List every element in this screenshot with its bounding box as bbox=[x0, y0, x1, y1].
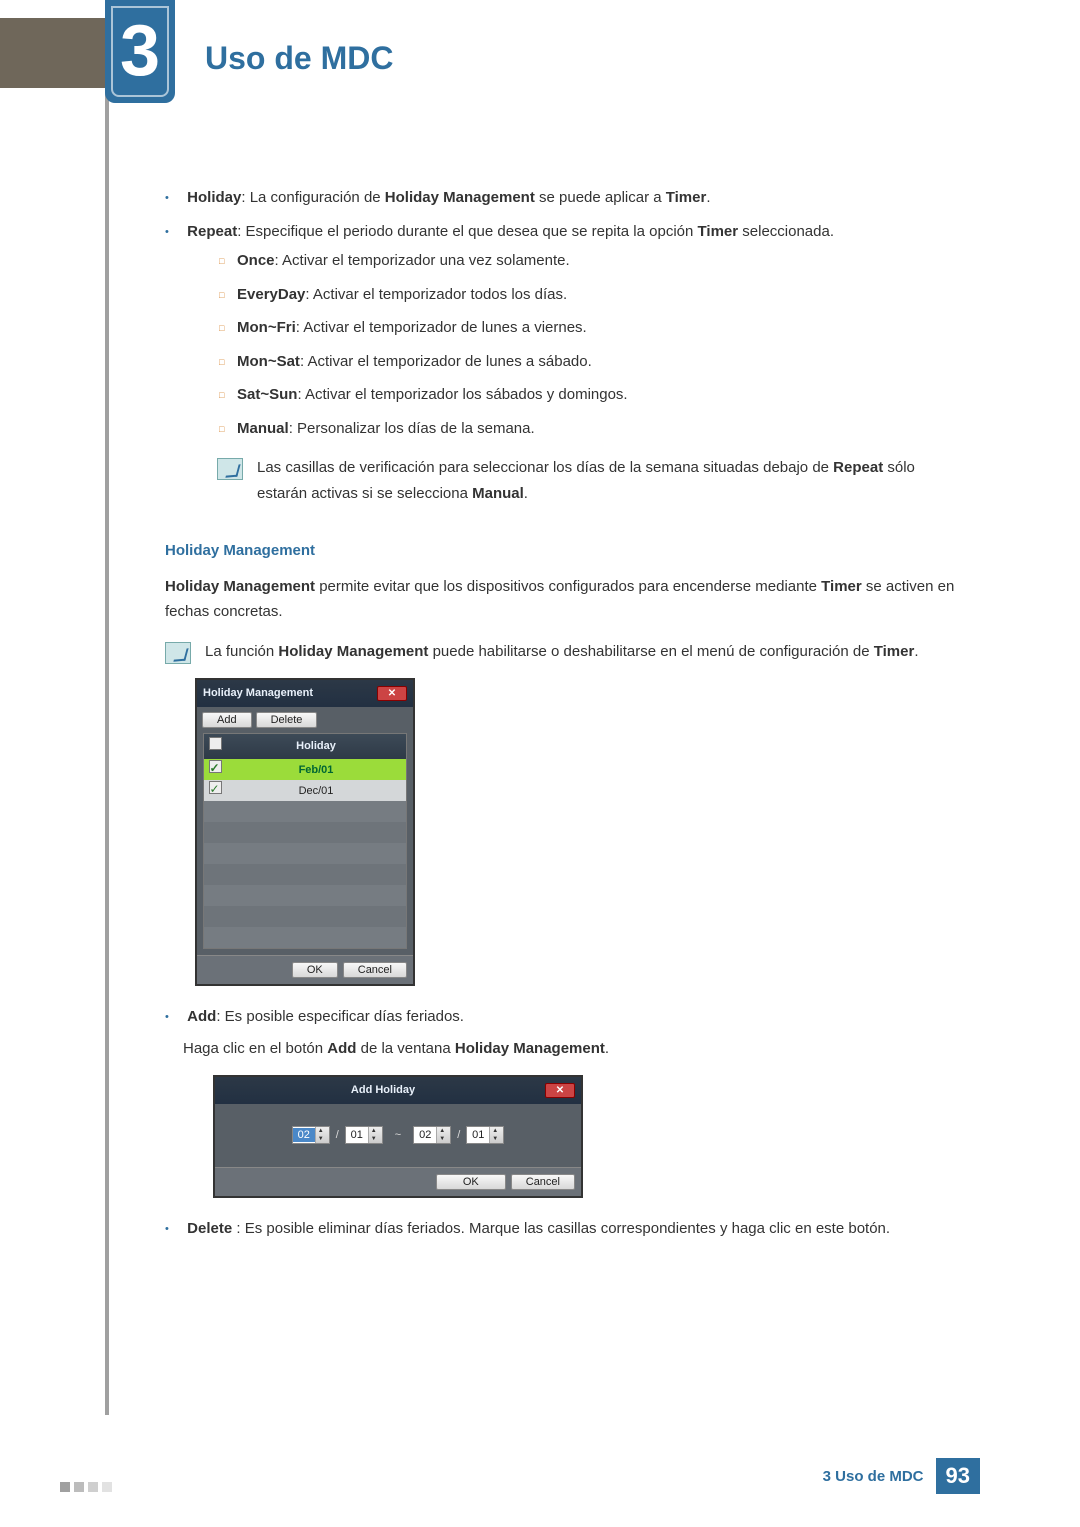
cell: Dec/01 bbox=[226, 782, 406, 801]
to-month-input[interactable] bbox=[414, 1128, 436, 1142]
separator: / bbox=[336, 1126, 339, 1145]
table-row[interactable]: Dec/01 bbox=[204, 780, 406, 801]
to-day-input[interactable] bbox=[467, 1128, 489, 1142]
table-row bbox=[204, 801, 406, 822]
to-month-spinner[interactable] bbox=[413, 1126, 451, 1144]
table-row bbox=[204, 885, 406, 906]
from-month-input[interactable] bbox=[293, 1128, 315, 1142]
sub-manual: Manual: Personalizar los días de la sema… bbox=[237, 416, 965, 442]
grid-header-col: Holiday bbox=[226, 734, 406, 760]
from-day-spinner[interactable] bbox=[345, 1126, 383, 1144]
sub-everyday: EveryDay: Activar el temporizador todos … bbox=[237, 282, 965, 308]
note-icon bbox=[217, 458, 243, 480]
sub-once: Once: Activar el temporizador una vez so… bbox=[237, 248, 965, 274]
note-holiday-mgmt: La función Holiday Management puede habi… bbox=[165, 639, 965, 665]
dialog-body: / ~ / bbox=[215, 1104, 581, 1167]
bullet-delete: Delete : Es posible eliminar días feriad… bbox=[183, 1216, 965, 1242]
separator: / bbox=[457, 1126, 460, 1145]
ok-button[interactable]: OK bbox=[292, 962, 338, 978]
add-bullet-list: Add: Es posible especificar días feriado… bbox=[165, 1004, 965, 1241]
footer-text: 3 Uso de MDC bbox=[823, 1468, 924, 1485]
note-text: Las casillas de verificación para selecc… bbox=[257, 455, 965, 506]
top-bullet-list: Holiday: La configuración de Holiday Man… bbox=[165, 185, 965, 506]
grid-header-check bbox=[204, 734, 226, 760]
bullet-repeat: Repeat: Especifique el periodo durante e… bbox=[183, 219, 965, 507]
table-row bbox=[204, 906, 406, 927]
dialog-titlebar: Add Holiday ✕ bbox=[215, 1077, 581, 1104]
footer: 3 Uso de MDC 93 bbox=[0, 1457, 1080, 1527]
tilde: ~ bbox=[395, 1126, 401, 1145]
add-button[interactable]: Add bbox=[202, 712, 252, 728]
note-text: La función Holiday Management puede habi… bbox=[205, 639, 918, 665]
section-heading: Holiday Management bbox=[165, 538, 965, 564]
spinner-arrows-icon[interactable] bbox=[436, 1127, 450, 1143]
sub-monsat: Mon~Sat: Activar el temporizador de lune… bbox=[237, 349, 965, 375]
page-number: 93 bbox=[936, 1458, 980, 1494]
from-month-spinner[interactable] bbox=[292, 1126, 330, 1144]
spinner-arrows-icon[interactable] bbox=[489, 1127, 503, 1143]
dialog-title: Holiday Management bbox=[203, 684, 313, 703]
cancel-button[interactable]: Cancel bbox=[511, 1174, 575, 1190]
holiday-management-dialog: Holiday Management ✕ Add Delete Holiday … bbox=[195, 678, 415, 986]
dialog-titlebar: Holiday Management ✕ bbox=[197, 680, 413, 707]
footer-bar: 3 Uso de MDC 93 bbox=[100, 1458, 980, 1494]
add-holiday-dialog: Add Holiday ✕ / ~ / OK Cancel bbox=[213, 1075, 583, 1197]
holiday-grid: Holiday Feb/01 Dec/01 bbox=[203, 733, 407, 950]
chapter-number: 3 bbox=[105, 10, 175, 92]
chapter-badge: 3 bbox=[105, 0, 175, 103]
table-row[interactable]: Feb/01 bbox=[204, 759, 406, 780]
table-row bbox=[204, 843, 406, 864]
spinner-arrows-icon[interactable] bbox=[368, 1127, 382, 1143]
repeat-sub-list: Once: Activar el temporizador una vez so… bbox=[183, 248, 965, 441]
cell: Feb/01 bbox=[226, 761, 406, 780]
section-paragraph: Holiday Management permite evitar que lo… bbox=[165, 574, 965, 625]
content-area: Holiday: La configuración de Holiday Man… bbox=[165, 185, 965, 1249]
check-icon[interactable] bbox=[209, 781, 222, 794]
dialog-footer: OK Cancel bbox=[197, 955, 413, 984]
ok-button[interactable]: OK bbox=[436, 1174, 506, 1190]
dialog-toolbar: Add Delete bbox=[197, 707, 413, 733]
delete-button[interactable]: Delete bbox=[256, 712, 318, 728]
close-icon[interactable]: ✕ bbox=[377, 686, 407, 701]
bullet-holiday: Holiday: La configuración de Holiday Man… bbox=[183, 185, 965, 211]
sub-satsun: Sat~Sun: Activar el temporizador los sáb… bbox=[237, 382, 965, 408]
table-row bbox=[204, 927, 406, 948]
spinner-arrows-icon[interactable] bbox=[315, 1127, 329, 1143]
bullet-add: Add: Es posible especificar días feriado… bbox=[183, 1004, 965, 1197]
page-title: Uso de MDC bbox=[205, 40, 393, 77]
table-row bbox=[204, 864, 406, 885]
note-repeat-manual: Las casillas de verificación para selecc… bbox=[183, 455, 965, 506]
to-day-spinner[interactable] bbox=[466, 1126, 504, 1144]
dialog-title: Add Holiday bbox=[351, 1081, 415, 1100]
add-instruction: Haga clic en el botón Add de la ventana … bbox=[183, 1036, 965, 1062]
note-icon bbox=[165, 642, 191, 664]
check-icon[interactable] bbox=[209, 737, 222, 750]
left-vertical-rule bbox=[105, 0, 109, 1415]
cancel-button[interactable]: Cancel bbox=[343, 962, 407, 978]
table-row bbox=[204, 822, 406, 843]
from-day-input[interactable] bbox=[346, 1128, 368, 1142]
close-icon[interactable]: ✕ bbox=[545, 1083, 575, 1098]
grid-header: Holiday bbox=[204, 734, 406, 760]
dialog-footer: OK Cancel bbox=[215, 1167, 581, 1196]
sub-monfri: Mon~Fri: Activar el temporizador de lune… bbox=[237, 315, 965, 341]
check-icon[interactable] bbox=[209, 760, 222, 773]
